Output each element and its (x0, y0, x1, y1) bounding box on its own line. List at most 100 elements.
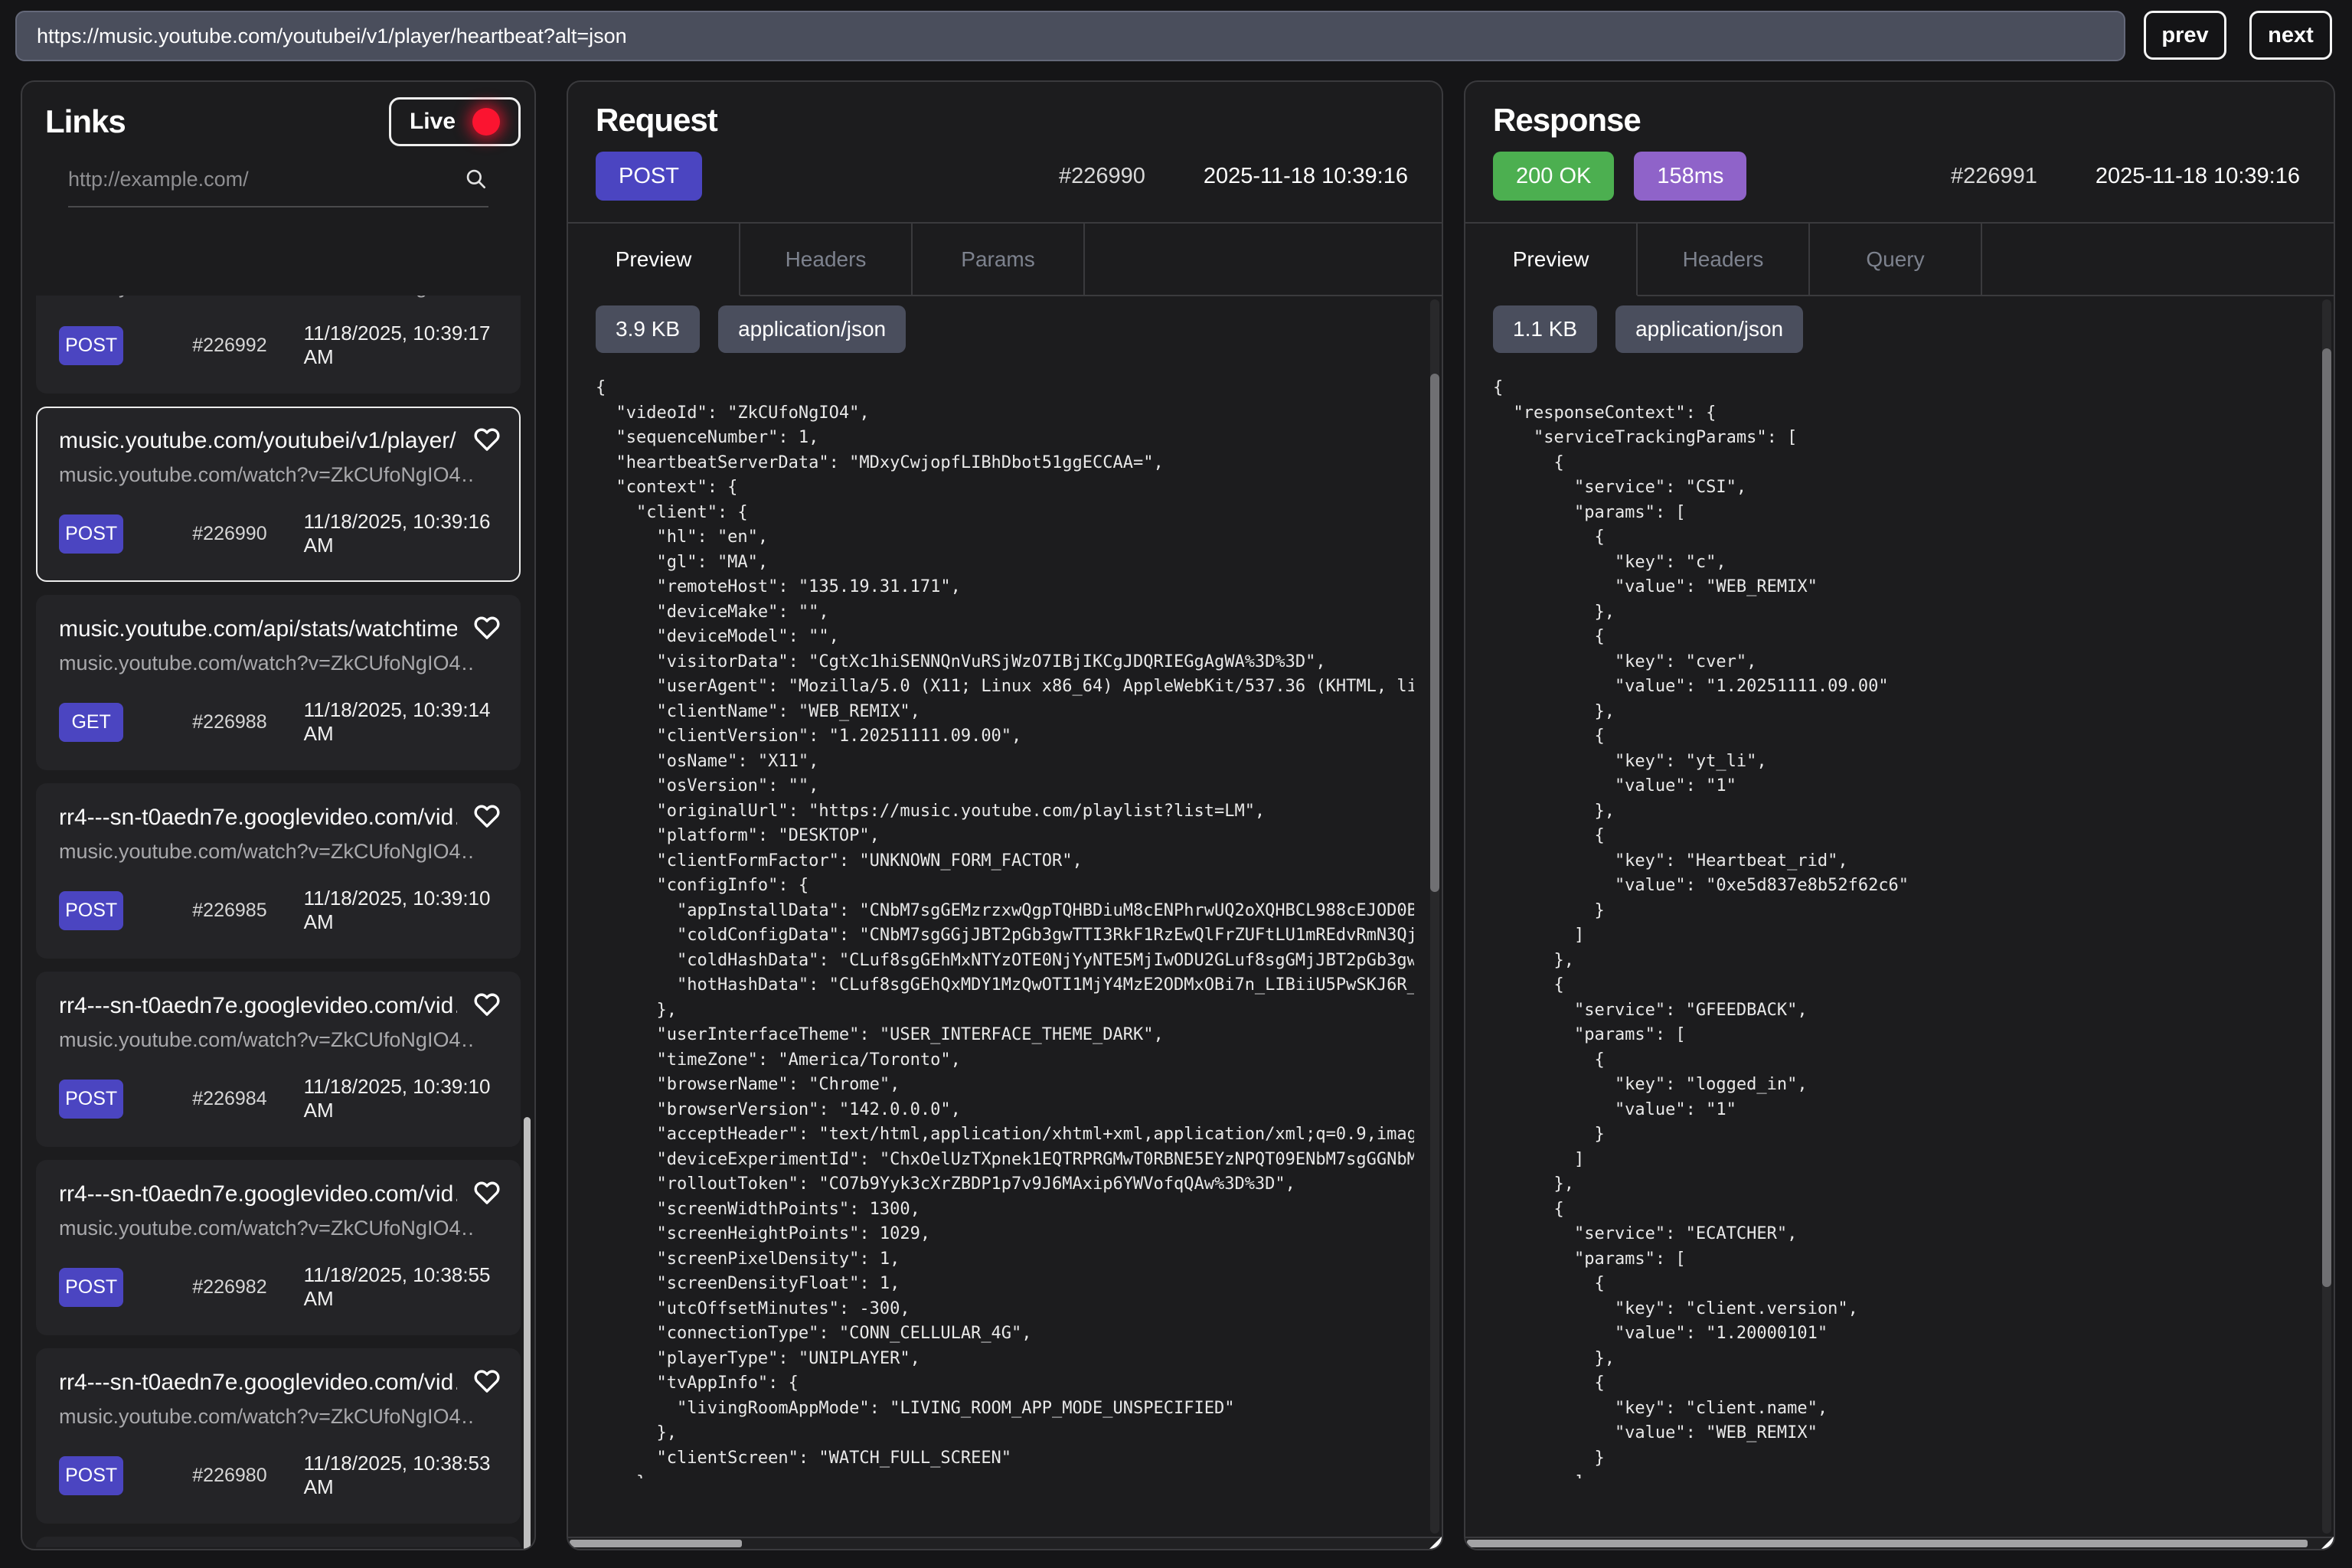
request-tab-params[interactable]: Params (913, 224, 1085, 296)
request-title: Request (596, 102, 1414, 139)
link-timestamp: 11/18/2025, 10:39:10 AM (304, 1075, 498, 1122)
link-card[interactable]: rr4---sn-t0aedn7e.googlevideo.com/vid… m… (36, 972, 521, 1147)
request-resize-corner[interactable] (1429, 1537, 1442, 1549)
heart-icon (473, 803, 501, 829)
url-input[interactable] (15, 11, 2125, 61)
request-content-type-badge: application/json (718, 305, 906, 353)
request-id: #226990 (1059, 164, 1145, 189)
link-timestamp: 11/18/2025, 10:39:10 AM (304, 887, 498, 934)
request-timestamp: 2025-11-18 10:39:16 (1204, 164, 1408, 189)
request-vertical-scrollbar (1430, 299, 1439, 1534)
link-method-badge: POST (59, 326, 123, 365)
link-card-title: rr4---sn-t0aedn7e.googlevideo.com/vid… (59, 1181, 457, 1207)
request-preview-pane: 3.9 KB application/json { "videoId": "Zk… (568, 296, 1442, 1550)
link-request-id: #226984 (192, 1088, 266, 1110)
link-timestamp: 11/18/2025, 10:38:53 AM (304, 1452, 498, 1499)
request-size-badge: 3.9 KB (596, 305, 700, 353)
request-horizontal-scrollbar (568, 1537, 1442, 1549)
live-label: Live (410, 109, 456, 135)
link-card[interactable]: music.youtube.com/youtubei/v1/player/… m… (36, 407, 521, 582)
heart-icon (473, 991, 501, 1018)
prev-button[interactable]: prev (2144, 11, 2226, 60)
request-meta-row: POST #226990 2025-11-18 10:39:16 (596, 151, 1408, 201)
links-scrollbar-thumb[interactable] (524, 1117, 531, 1550)
link-method-badge: POST (59, 514, 123, 554)
link-card[interactable]: rr4---sn-t0aedn7e.googlevideo.com/vid… m… (36, 1160, 521, 1335)
link-request-id: #226980 (192, 1465, 266, 1487)
link-card-meta-row: POST #226992 11/18/2025, 10:39:17 AM (59, 322, 498, 369)
link-card[interactable]: rr4---sn-t0aedn7e.googlevideo.com/vid… m… (36, 1348, 521, 1524)
link-card-meta-row: POST #226985 11/18/2025, 10:39:10 AM (59, 887, 498, 934)
favorite-button[interactable] (473, 615, 501, 641)
link-card-meta-row: POST #226984 11/18/2025, 10:39:10 AM (59, 1075, 498, 1122)
heart-icon (473, 1180, 501, 1206)
link-card-subtitle: music.youtube.com/watch?v=ZkCUfoNgIO4… (59, 652, 472, 675)
link-card-subtitle: music.youtube.com/watch?v=ZkCUfoNgIO4… (59, 463, 472, 487)
response-size-badge: 1.1 KB (1493, 305, 1597, 353)
link-card-title: music.youtube.com/api/stats/watchtime (59, 616, 457, 642)
favorite-button[interactable] (473, 426, 501, 452)
response-preview-pane: 1.1 KB application/json { "responseConte… (1465, 296, 2334, 1550)
response-vertical-scrollbar-thumb[interactable] (2322, 348, 2331, 1286)
request-header: Request POST #226990 2025-11-18 10:39:16 (568, 82, 1442, 224)
response-json-body: { "responseContext": { "serviceTrackingP… (1493, 376, 2306, 1478)
next-button[interactable]: next (2249, 11, 2332, 60)
request-vertical-scrollbar-thumb[interactable] (1430, 374, 1439, 892)
link-card[interactable]: music.youtube.com/api/stats/qoe music.yo… (36, 1537, 521, 1547)
favorite-button[interactable] (473, 1368, 501, 1394)
link-card-title: rr4---sn-t0aedn7e.googlevideo.com/vid… (59, 1370, 457, 1396)
link-method-badge: POST (59, 1456, 123, 1495)
favorite-button[interactable] (473, 991, 501, 1018)
request-method-badge: POST (596, 152, 702, 201)
link-card-subtitle: music.youtube.com/watch?v=ZkCUfoNgIO4… (59, 840, 472, 864)
response-tabs-filler (1982, 224, 2334, 296)
response-tab-preview[interactable]: Preview (1465, 224, 1638, 296)
link-card-subtitle: music.youtube.com/watch?v=ZkCUfoNgIO4… (59, 1217, 472, 1240)
link-card-title: music.youtube.com/youtubei/v1/player/… (59, 428, 457, 454)
link-method-badge: POST (59, 891, 123, 930)
link-timestamp: 11/18/2025, 10:39:17 AM (304, 322, 498, 369)
request-tab-headers[interactable]: Headers (740, 224, 913, 296)
favorite-button[interactable] (473, 803, 501, 829)
heart-icon (473, 426, 501, 452)
response-meta-row: 200 OK 158ms #226991 2025-11-18 10:39:16 (1493, 151, 2300, 201)
link-method-badge: GET (59, 703, 123, 742)
links-search-row (68, 160, 488, 207)
link-timestamp: 11/18/2025, 10:39:16 AM (304, 510, 498, 557)
request-tabs: Preview Headers Params (568, 224, 1442, 296)
link-card[interactable]: rr4---sn-t0aedn7e.googlevideo.com/vid… m… (36, 783, 521, 959)
request-tab-preview[interactable]: Preview (568, 224, 740, 296)
link-card-title: rr4---sn-t0aedn7e.googlevideo.com/vid… (59, 993, 457, 1019)
response-horizontal-scrollbar (1465, 1537, 2334, 1549)
request-horizontal-scrollbar-thumb[interactable] (570, 1540, 742, 1547)
link-card[interactable]: music.youtube.com/api/stats/watchtime mu… (36, 595, 521, 770)
response-horizontal-scrollbar-thumb[interactable] (1467, 1540, 2308, 1547)
link-request-id: #226992 (192, 335, 266, 357)
links-panel: Links Live music.youtube.com/api/stats/q… (21, 80, 536, 1550)
response-panel: Response 200 OK 158ms #226991 2025-11-18… (1464, 80, 2335, 1550)
link-card-title: rr4---sn-t0aedn7e.googlevideo.com/vid… (59, 805, 457, 831)
response-resize-corner[interactable] (2321, 1537, 2334, 1549)
link-method-badge: POST (59, 1080, 123, 1119)
response-tab-headers[interactable]: Headers (1638, 224, 1810, 296)
link-request-id: #226990 (192, 523, 266, 545)
response-timestamp: 2025-11-18 10:39:16 (2096, 164, 2300, 189)
response-header: Response 200 OK 158ms #226991 2025-11-18… (1465, 82, 2334, 224)
response-id: #226991 (1951, 164, 2037, 189)
response-chips: 1.1 KB application/json (1493, 296, 2306, 353)
link-card[interactable]: music.youtube.com/api/stats/qoe music.yo… (36, 296, 521, 394)
links-search-input[interactable] (68, 168, 464, 191)
favorite-button[interactable] (473, 1180, 501, 1206)
live-indicator-dot (472, 108, 500, 136)
response-tab-query[interactable]: Query (1810, 224, 1982, 296)
request-panel: Request POST #226990 2025-11-18 10:39:16… (567, 80, 1443, 1550)
link-card-meta-row: POST #226982 11/18/2025, 10:38:55 AM (59, 1263, 498, 1311)
heart-icon (473, 1368, 501, 1394)
link-timestamp: 11/18/2025, 10:38:55 AM (304, 1263, 498, 1311)
heart-icon (473, 615, 501, 641)
request-json-body: { "videoId": "ZkCUfoNgIO4", "sequenceNum… (596, 376, 1414, 1478)
response-duration-badge: 158ms (1634, 152, 1746, 201)
link-request-id: #226982 (192, 1276, 266, 1298)
links-list: music.youtube.com/api/stats/qoe music.yo… (22, 296, 534, 1547)
live-toggle-button[interactable]: Live (389, 97, 521, 146)
